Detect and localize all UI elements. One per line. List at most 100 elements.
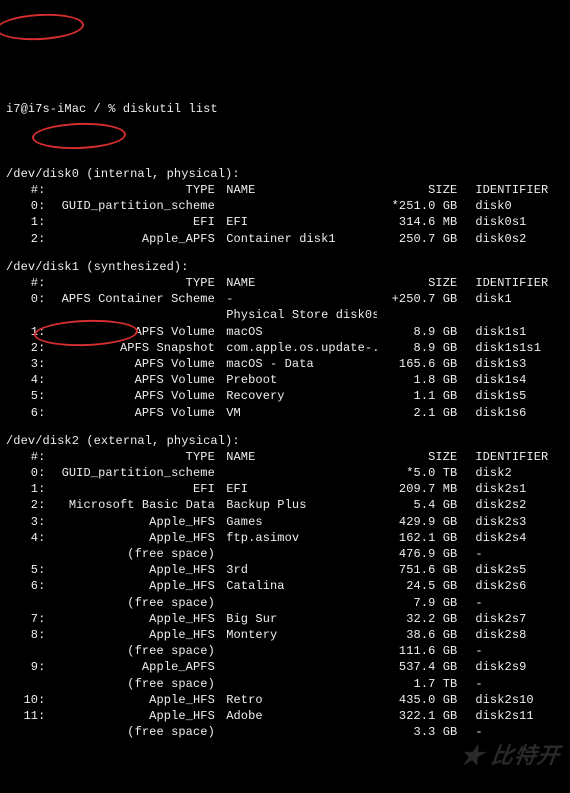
cell-size: 24.5 GB <box>377 578 462 594</box>
cell-size: 8.9 GB <box>377 340 462 356</box>
cell-idx: 7: <box>6 611 47 627</box>
cell-name: macOS <box>219 324 377 340</box>
cell-name <box>219 643 377 659</box>
cell-idx <box>6 676 47 692</box>
cell-type: Apple_HFS <box>47 530 218 546</box>
cell-name <box>219 659 377 675</box>
col-header-size: SIZE <box>377 449 462 465</box>
annotation-ring-disk0 <box>0 12 85 43</box>
cell-size <box>377 307 462 323</box>
cell-idx: 2: <box>6 340 47 356</box>
col-header-idx: #: <box>6 182 47 198</box>
partition-row: 5:Apple_HFS 3rd751.6 GBdisk2s5 <box>6 562 564 578</box>
cell-idx <box>6 643 47 659</box>
cell-ident: - <box>461 595 564 611</box>
cell-name: Container disk1 <box>219 231 377 247</box>
cell-type: APFS Volume <box>47 372 218 388</box>
cell-type: (free space) <box>47 643 218 659</box>
cell-ident: disk0 <box>461 198 564 214</box>
cell-ident: disk2s3 <box>461 514 564 530</box>
annotation-ring-disk1 <box>32 121 127 150</box>
cell-type: (free space) <box>47 676 218 692</box>
cell-type: APFS Snapshot <box>47 340 218 356</box>
cell-name <box>219 676 377 692</box>
cell-name: Montery <box>219 627 377 643</box>
cell-ident: disk2s7 <box>461 611 564 627</box>
cell-idx: 1: <box>6 481 47 497</box>
partition-row: 0:GUID_partition_scheme *5.0 TBdisk2 <box>6 465 564 481</box>
cell-type: (free space) <box>47 546 218 562</box>
cell-ident: disk1s6 <box>461 405 564 421</box>
col-header-name: NAME <box>219 449 377 465</box>
cell-name: EFI <box>219 214 377 230</box>
cell-type: APFS Volume <box>47 405 218 421</box>
cell-idx <box>6 307 47 323</box>
cell-name: Recovery <box>219 388 377 404</box>
col-header-size: SIZE <box>377 182 462 198</box>
cell-size: 165.6 GB <box>377 356 462 372</box>
cell-type: GUID_partition_scheme <box>47 465 218 481</box>
cell-idx: 0: <box>6 465 47 481</box>
prompt-line: i7@i7s-iMac / % diskutil list <box>6 101 564 117</box>
cell-name: - <box>219 291 377 307</box>
partition-row: 2:Microsoft Basic Data Backup Plus5.4 GB… <box>6 497 564 513</box>
cell-size: *5.0 TB <box>377 465 462 481</box>
partition-row: 3:APFS Volume macOS - Data165.6 GBdisk1s… <box>6 356 564 372</box>
cell-type: Apple_HFS <box>47 708 218 724</box>
cell-size: *251.0 GB <box>377 198 462 214</box>
cell-idx: 1: <box>6 214 47 230</box>
cell-size: 32.2 GB <box>377 611 462 627</box>
cell-idx: 4: <box>6 372 47 388</box>
cell-idx <box>6 595 47 611</box>
cell-size: 38.6 GB <box>377 627 462 643</box>
cell-size: 162.1 GB <box>377 530 462 546</box>
cell-type: EFI <box>47 214 218 230</box>
cell-name: ftp.asimov <box>219 530 377 546</box>
col-header-name: NAME <box>219 275 377 291</box>
cell-name: Physical Store disk0s2 <box>219 307 377 323</box>
cell-ident: - <box>461 546 564 562</box>
partition-row: 0:GUID_partition_scheme *251.0 GBdisk0 <box>6 198 564 214</box>
cell-idx: 0: <box>6 291 47 307</box>
cell-size: +250.7 GB <box>377 291 462 307</box>
cell-size: 7.9 GB <box>377 595 462 611</box>
cell-name: macOS - Data <box>219 356 377 372</box>
cell-type: Apple_HFS <box>47 611 218 627</box>
cell-ident: disk1s3 <box>461 356 564 372</box>
cell-size: 314.6 MB <box>377 214 462 230</box>
cell-size: 1.7 TB <box>377 676 462 692</box>
cell-type: Apple_HFS <box>47 562 218 578</box>
partition-row: 9:Apple_APFS 537.4 GBdisk2s9 <box>6 659 564 675</box>
partition-row: 2:Apple_APFS Container disk1250.7 GBdisk… <box>6 231 564 247</box>
partition-row: Physical Store disk0s2 <box>6 307 564 323</box>
cell-name: EFI <box>219 481 377 497</box>
cell-idx: 3: <box>6 356 47 372</box>
cell-type: APFS Volume <box>47 324 218 340</box>
cell-idx: 0: <box>6 198 47 214</box>
disk-header: /dev/disk1 (synthesized): <box>6 259 564 275</box>
partition-row: 10:Apple_HFS Retro435.0 GBdisk2s10 <box>6 692 564 708</box>
col-header-ident: IDENTIFIER <box>461 449 564 465</box>
partition-row: (free space) 1.7 TB- <box>6 676 564 692</box>
cell-idx: 10: <box>6 692 47 708</box>
cell-size: 5.4 GB <box>377 497 462 513</box>
cell-name <box>219 595 377 611</box>
cell-size: 8.9 GB <box>377 324 462 340</box>
col-header-idx: #: <box>6 449 47 465</box>
cell-size: 751.6 GB <box>377 562 462 578</box>
cell-name: VM <box>219 405 377 421</box>
disk-header: /dev/disk0 (internal, physical): <box>6 166 564 182</box>
cell-ident: disk2s9 <box>461 659 564 675</box>
cell-ident <box>461 307 564 323</box>
cell-ident: - <box>461 724 564 740</box>
cell-size: 250.7 GB <box>377 231 462 247</box>
cell-idx: 4: <box>6 530 47 546</box>
col-header-size: SIZE <box>377 275 462 291</box>
col-header-type: TYPE <box>47 275 218 291</box>
cell-size: 3.3 GB <box>377 724 462 740</box>
cell-ident: disk2s8 <box>461 627 564 643</box>
cell-idx: 9: <box>6 659 47 675</box>
cell-type: Microsoft Basic Data <box>47 497 218 513</box>
column-header-row: #:TYPE NAMESIZEIDENTIFIER <box>6 449 564 465</box>
col-header-ident: IDENTIFIER <box>461 275 564 291</box>
